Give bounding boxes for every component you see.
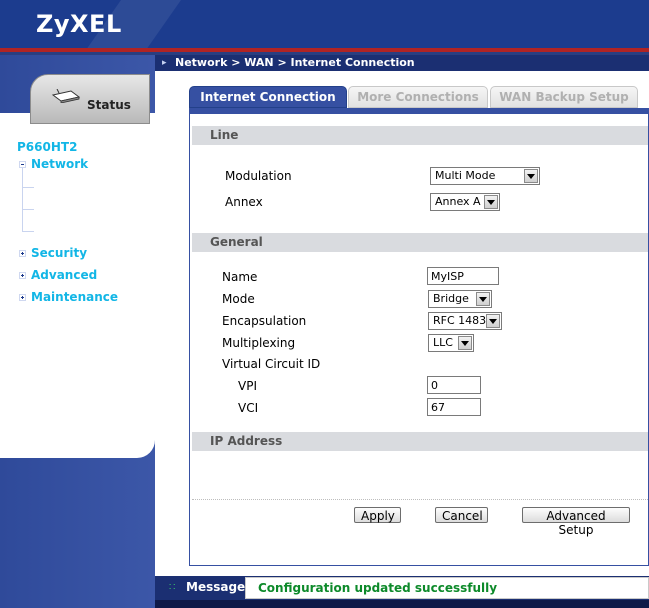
status-button[interactable]: Status (30, 74, 150, 124)
collapse-icon[interactable] (19, 161, 26, 168)
encapsulation-value: RFC 1483 (433, 314, 487, 327)
chevron-down-icon (486, 314, 500, 328)
sidebar-item-nat[interactable]: NAT (48, 224, 72, 237)
multiplexing-select[interactable]: LLC (428, 334, 474, 352)
expand-icon[interactable] (19, 294, 26, 301)
chevron-down-icon (476, 292, 490, 306)
modulation-value: Multi Mode (435, 169, 496, 182)
tab-wan-backup-setup[interactable]: WAN Backup Setup (490, 86, 638, 108)
tree-connector (22, 209, 34, 210)
tree-connector (22, 164, 23, 232)
cancel-button[interactable]: Cancel (435, 507, 488, 523)
mode-select[interactable]: Bridge (428, 290, 492, 308)
footer-band (155, 600, 649, 608)
section-line-header: Line (192, 126, 648, 145)
multiplexing-value: LLC (433, 336, 453, 349)
mode-label: Mode (222, 292, 255, 306)
expand-icon[interactable] (19, 272, 26, 279)
sidebar-item-advanced[interactable]: Advanced (31, 268, 97, 282)
apply-button[interactable]: Apply (354, 507, 401, 523)
breadcrumb-arrow-icon: ▸ (162, 57, 167, 67)
encapsulation-select[interactable]: RFC 1483 (428, 312, 502, 330)
section-ip-title: IP Address (210, 434, 283, 448)
name-input[interactable] (427, 267, 499, 285)
mode-value: Bridge (433, 292, 469, 305)
top-header: ZyXEL (0, 0, 649, 48)
breadcrumb: Network > WAN > Internet Connection (175, 56, 415, 69)
message-label: Message (186, 580, 246, 594)
annex-value: Annex A (435, 195, 481, 208)
footer-gap (155, 566, 649, 576)
status-label: Status (87, 98, 131, 112)
tab-more-connections[interactable]: More Connections (348, 86, 488, 108)
tree-connector (22, 187, 34, 188)
vci-label: VCI (238, 401, 259, 415)
section-general-title: General (210, 235, 263, 249)
divider (192, 499, 648, 500)
content-top-border (189, 108, 649, 114)
tree-connector (22, 231, 34, 232)
annex-select[interactable]: Annex A (430, 193, 500, 211)
message-bar: ∷ Message Configuration updated successf… (155, 576, 649, 600)
sidebar-item-wan[interactable]: WAN (48, 180, 77, 193)
tab-internet-connection[interactable]: Internet Connection (189, 86, 347, 108)
section-line-title: Line (210, 128, 239, 142)
modulation-select[interactable]: Multi Mode (430, 167, 540, 185)
breadcrumb-bar: ▸ Network > WAN > Internet Connection (155, 55, 649, 71)
section-general-header: General (192, 233, 648, 252)
vci-input[interactable] (427, 398, 481, 416)
sidebar-item-security[interactable]: Security (31, 246, 87, 260)
sidebar-item-network[interactable]: Network (31, 157, 88, 171)
chevron-down-icon (524, 169, 538, 183)
sidebar-item-lan[interactable]: LAN (48, 202, 73, 215)
message-dots-icon: ∷ (169, 582, 176, 593)
advanced-setup-button[interactable]: Advanced Setup (522, 507, 630, 537)
annex-label: Annex (225, 195, 263, 209)
message-box: Configuration updated successfully (245, 577, 649, 599)
zyxel-logo: ZyXEL (36, 10, 122, 38)
modulation-label: Modulation (225, 169, 292, 183)
chevron-down-icon (484, 195, 498, 209)
section-ip-header: IP Address (192, 432, 648, 451)
virtual-circuit-label: Virtual Circuit ID (222, 357, 321, 371)
chevron-down-icon (458, 336, 472, 350)
message-text: Configuration updated successfully (258, 581, 498, 595)
name-label: Name (222, 270, 258, 284)
vpi-label: VPI (238, 379, 257, 393)
device-name: P660HT2 (17, 140, 78, 154)
expand-icon[interactable] (19, 250, 26, 257)
router-icon (51, 89, 81, 103)
multiplexing-label: Multiplexing (222, 336, 296, 350)
sidebar-item-maintenance[interactable]: Maintenance (31, 290, 118, 304)
encapsulation-label: Encapsulation (222, 314, 307, 328)
vpi-input[interactable] (427, 376, 481, 394)
